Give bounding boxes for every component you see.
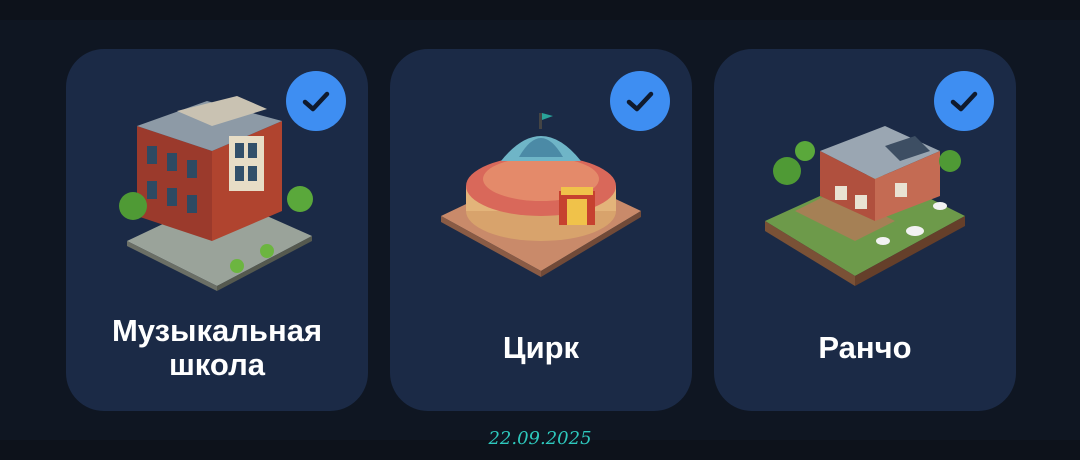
footer-date: 22.09.2025 xyxy=(488,428,592,449)
card-title: Музыкальная школа xyxy=(111,313,323,382)
music-school-image xyxy=(119,96,313,291)
card-circus[interactable]: Цирк xyxy=(390,49,692,411)
circus-image xyxy=(441,113,641,277)
card-title: Ранчо xyxy=(818,330,912,365)
card-ranch[interactable]: Ранчо xyxy=(714,49,1016,411)
card-music-school[interactable]: Музыкальная школа xyxy=(66,49,368,411)
ranch-image xyxy=(765,126,965,286)
card-title: Цирк xyxy=(502,330,580,365)
